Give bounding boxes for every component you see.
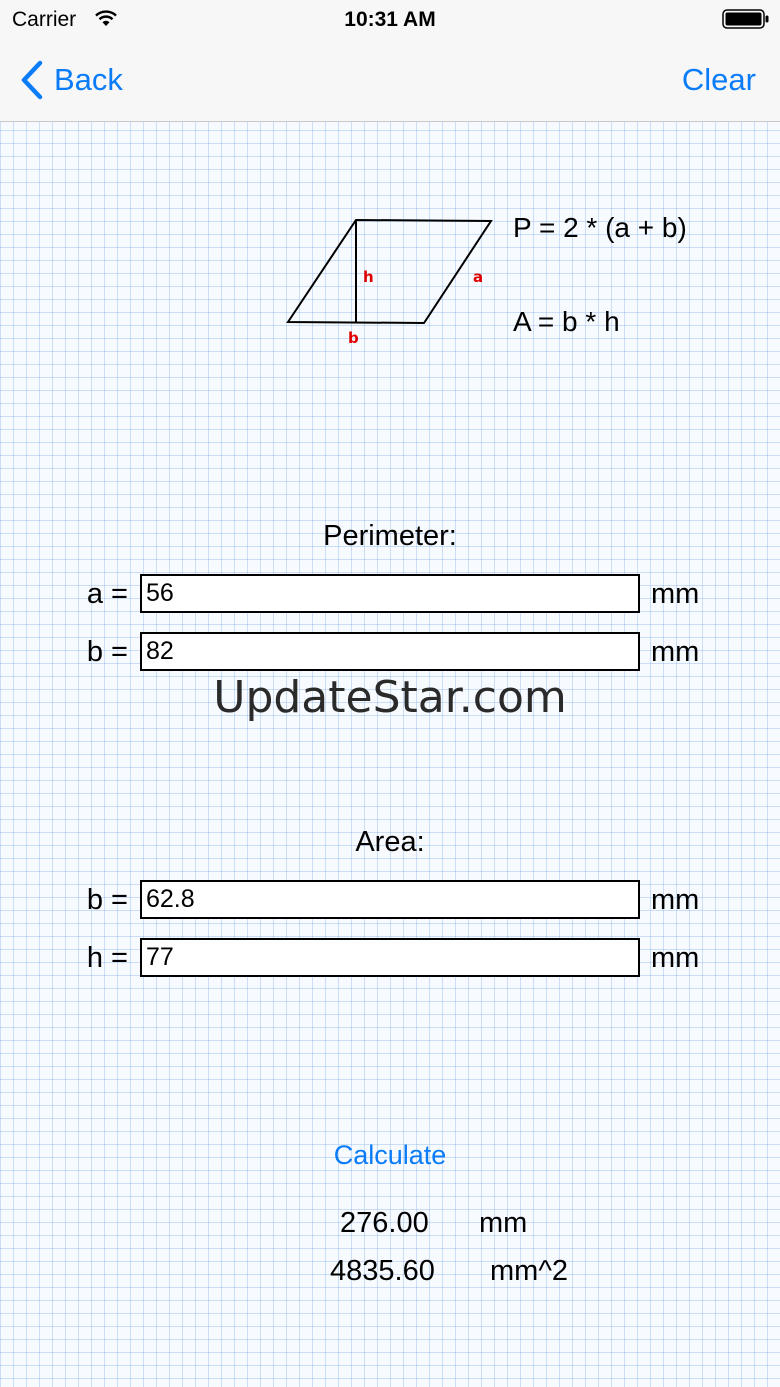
area-h-label: h = [86, 942, 128, 974]
perimeter-a-unit: mm [651, 578, 700, 610]
navigation-bar: Back Clear [0, 40, 780, 122]
parallelogram-shape [286, 218, 493, 325]
area-result: 4835.60 [330, 1255, 435, 1287]
side-a-label: a [473, 268, 483, 286]
perimeter-formula: P = 2 * (a + b) [513, 212, 687, 243]
battery-icon [722, 9, 769, 29]
perimeter-result: 276.00 [340, 1207, 429, 1239]
status-time: 10:31 AM [344, 8, 436, 31]
area-title: Area: [355, 826, 425, 858]
perimeter-b-label: b = [86, 636, 128, 668]
base-b-label: b [348, 329, 359, 347]
status-bar: Carrier 10:31 AM [0, 0, 780, 40]
clear-button[interactable]: Clear [682, 60, 756, 100]
area-b-label: b = [86, 884, 128, 916]
perimeter-b-unit: mm [651, 636, 700, 668]
calculate-button[interactable]: Calculate [0, 1140, 780, 1171]
perimeter-title: Perimeter: [323, 520, 457, 552]
perimeter-a-label: a = [86, 578, 128, 610]
area-h-unit: mm [651, 942, 700, 974]
area-b-input[interactable]: 62.8 [140, 880, 640, 919]
area-b-unit: mm [651, 884, 700, 916]
back-button[interactable]: Back [20, 60, 123, 100]
area-formula: A = b * h [513, 306, 620, 337]
back-label: Back [54, 62, 123, 97]
perimeter-a-input[interactable]: 56 [140, 574, 640, 613]
perimeter-b-input[interactable]: 82 [140, 632, 640, 671]
area-result-unit: mm^2 [490, 1255, 569, 1287]
parallelogram-diagram: h a b [286, 218, 493, 347]
area-h-input[interactable]: 77 [140, 938, 640, 977]
perimeter-result-unit: mm [479, 1207, 528, 1239]
height-label: h [363, 268, 374, 286]
chevron-left-icon [21, 60, 43, 100]
watermark: UpdateStar.com [213, 672, 567, 723]
